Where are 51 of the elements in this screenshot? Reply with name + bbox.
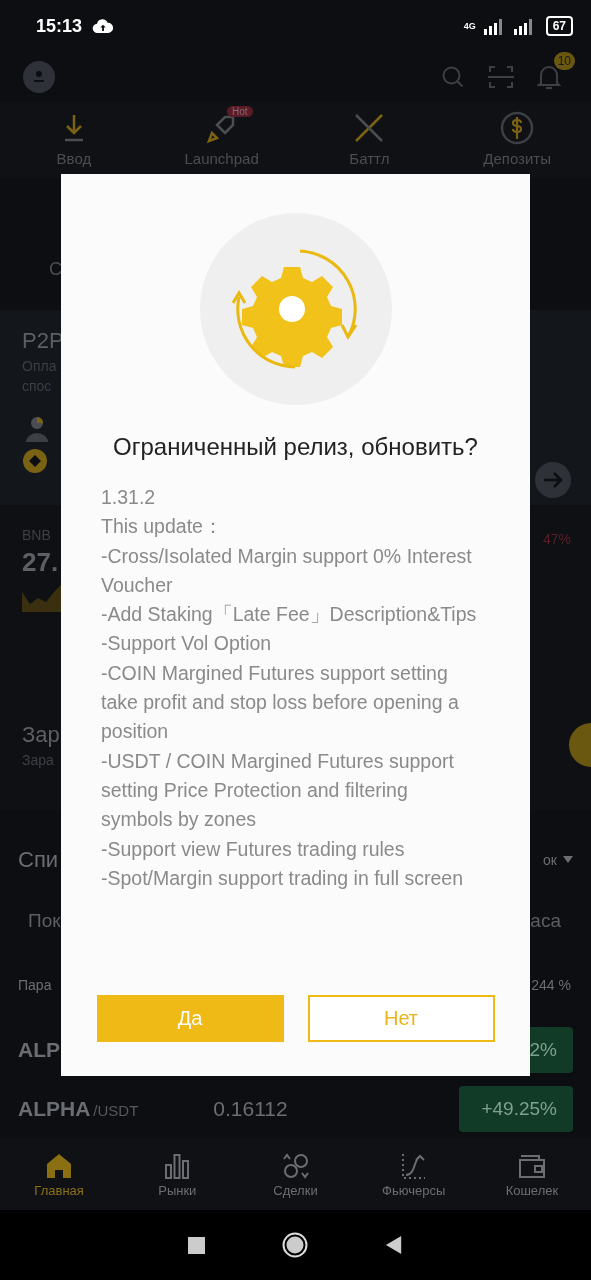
recent-apps-button[interactable] [188, 1236, 206, 1254]
nav-tab[interactable]: Главная [0, 1138, 119, 1210]
dialog-title: Ограниченный релиз, обновить? [113, 433, 478, 461]
card-title: P2P [22, 328, 60, 354]
dollar-coin-icon[interactable] [499, 110, 536, 146]
scan-icon[interactable] [487, 65, 515, 89]
quick-action-label[interactable]: Депозиты [483, 150, 551, 168]
gear-update-icon [199, 213, 392, 405]
nav-tab[interactable]: Рынки [118, 1138, 237, 1210]
pair-name: ALP [18, 1037, 60, 1062]
confirm-button[interactable]: Да [96, 995, 284, 1042]
status-time: 15:13 [36, 15, 83, 37]
list-title: Спи [18, 847, 59, 873]
quick-action-label[interactable]: Ввод [56, 150, 92, 168]
pair-name: ALPHA/USDT [18, 1096, 139, 1121]
release-note: -Spot/Margin support trading in full screen [101, 865, 465, 891]
release-note: -Support Vol Option [101, 631, 273, 657]
network-type: 4G [463, 21, 476, 31]
release-note: -Cross/Isolated Margin support 0% Interest Voucher [101, 543, 473, 598]
hot-badge: Hot [227, 106, 253, 117]
bell-icon[interactable] [537, 64, 561, 90]
section-title: С [49, 258, 62, 280]
quick-action-label[interactable]: Launchpad [184, 150, 259, 168]
cloud-upload-icon [92, 18, 115, 34]
quick-action-label[interactable]: Баттл [349, 150, 390, 168]
notification-badge: 10 [553, 52, 575, 70]
filter-dropdown[interactable]: ок [543, 852, 573, 868]
card-title: Зар [22, 722, 60, 748]
nav-tab[interactable]: Фьючерсы [354, 1138, 473, 1210]
cancel-button[interactable]: Нет [307, 995, 495, 1042]
home-button[interactable] [282, 1232, 308, 1258]
release-note: -USDT / COIN Margined Futures support setting Price Protection and filtering symbols by zones [101, 748, 455, 833]
release-note: -COIN Margined Futures support setting take profit and stop loss before opening a position [101, 660, 460, 745]
column-header: Пара [18, 977, 52, 993]
caret-down-icon [563, 856, 573, 864]
nav-tab[interactable]: Сделки [236, 1138, 355, 1210]
version-number: 1.31.2 [101, 485, 157, 510]
coin-price: 27. [22, 547, 60, 578]
change-badge: +49.25% [459, 1085, 573, 1132]
search-icon[interactable] [441, 65, 465, 89]
last-price: 0.16112 [213, 1096, 288, 1121]
back-button[interactable] [384, 1235, 403, 1255]
battery-level: 67 [545, 16, 573, 36]
release-note: -Support view Futures trading rules [101, 836, 406, 862]
list-tab[interactable]: Пок [28, 910, 61, 950]
release-note: This update： [101, 514, 224, 540]
nav-tab[interactable]: Кошелек [472, 1138, 591, 1210]
price-change: 47% [542, 531, 571, 547]
column-header: 244 % [531, 977, 571, 993]
list-tab[interactable]: аса [530, 910, 561, 950]
release-note: -Add Staking「Late Fee」Description&Tips [101, 602, 478, 628]
